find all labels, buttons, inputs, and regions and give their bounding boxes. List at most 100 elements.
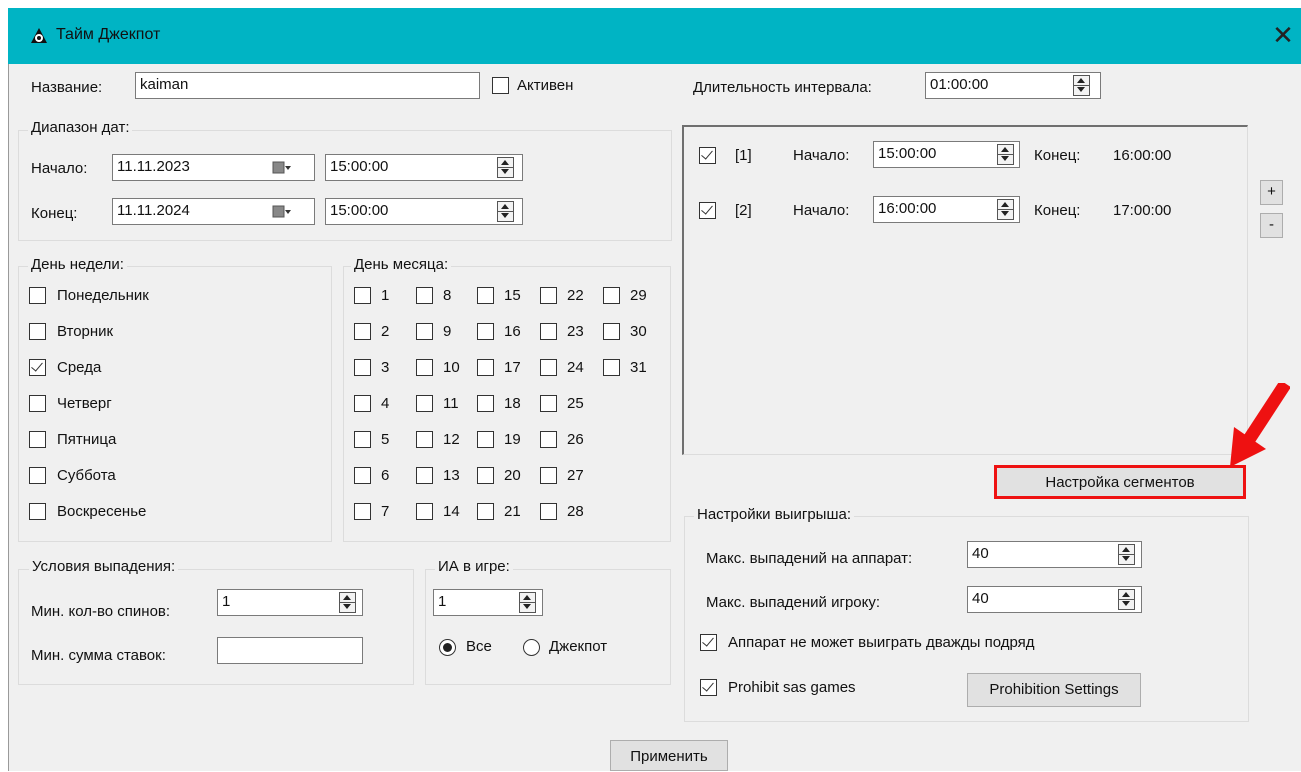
- end-label: Конец:: [31, 205, 78, 222]
- max-per-machine-spinner[interactable]: [1118, 544, 1135, 565]
- monthday-label: 6: [381, 467, 390, 484]
- add-interval-button[interactable]: +: [1260, 180, 1283, 205]
- weekday-checkbox[interactable]: [29, 287, 46, 304]
- weekday-label: Вторник: [57, 323, 114, 340]
- monthday-label: 22: [567, 287, 584, 304]
- monthday-checkbox[interactable]: [416, 395, 433, 412]
- weekday-checkbox[interactable]: [29, 431, 46, 448]
- ia-game-spinner[interactable]: [519, 592, 536, 613]
- monthday-checkbox[interactable]: [540, 467, 557, 484]
- monthday-checkbox[interactable]: [354, 323, 371, 340]
- monthday-label: 19: [504, 431, 521, 448]
- monthday-label: 12: [443, 431, 460, 448]
- monthday-checkbox[interactable]: [416, 431, 433, 448]
- monthday-checkbox[interactable]: [354, 359, 371, 376]
- weekday-checkbox[interactable]: [29, 323, 46, 340]
- interval-checkbox[interactable]: [699, 147, 716, 164]
- drop-conditions-title: Условия выпадения:: [29, 558, 179, 575]
- weekday-title: День недели:: [28, 256, 127, 273]
- monthday-checkbox[interactable]: [540, 287, 557, 304]
- start-time-input[interactable]: 15:00:00: [325, 154, 523, 181]
- monthday-checkbox[interactable]: [416, 323, 433, 340]
- radio-all[interactable]: [439, 639, 456, 656]
- min-spins-spinner[interactable]: [339, 592, 356, 613]
- ia-game-group: [425, 569, 671, 685]
- monthday-checkbox[interactable]: [416, 503, 433, 520]
- monthday-label: 26: [567, 431, 584, 448]
- monthday-checkbox[interactable]: [603, 287, 620, 304]
- interval-start-label: Начало:: [793, 147, 850, 164]
- monthday-checkbox[interactable]: [477, 323, 494, 340]
- interval-end-value: 17:00:00: [1113, 202, 1172, 219]
- apply-button[interactable]: Применить: [610, 740, 728, 771]
- active-checkbox[interactable]: [492, 77, 509, 94]
- calendar-dropdown-icon[interactable]: [272, 160, 292, 176]
- weekday-checkbox[interactable]: [29, 503, 46, 520]
- no-twice-label: Аппарат не может выиграть дважды подряд: [728, 634, 1035, 651]
- monthday-checkbox[interactable]: [477, 467, 494, 484]
- interval-start-spinner[interactable]: [997, 199, 1014, 220]
- monthday-checkbox[interactable]: [477, 359, 494, 376]
- monthday-checkbox[interactable]: [477, 395, 494, 412]
- ia-game-title: ИА в игре:: [435, 558, 513, 575]
- monthday-checkbox[interactable]: [416, 359, 433, 376]
- end-time-spinner[interactable]: [497, 201, 514, 222]
- monthday-label: 8: [443, 287, 452, 304]
- remove-interval-button[interactable]: -: [1260, 213, 1283, 238]
- max-per-player-spinner[interactable]: [1118, 589, 1135, 610]
- monthday-label: 4: [381, 395, 390, 412]
- interval-label: Длительность интервала:: [693, 79, 872, 96]
- monthday-checkbox[interactable]: [477, 287, 494, 304]
- monthday-checkbox[interactable]: [540, 431, 557, 448]
- monthday-checkbox[interactable]: [416, 287, 433, 304]
- monthday-label: 11: [443, 395, 459, 412]
- no-twice-checkbox[interactable]: [700, 634, 717, 651]
- intervals-list[interactable]: [682, 125, 1248, 455]
- red-arrow-annotation: [1230, 383, 1290, 467]
- weekday-checkbox[interactable]: [29, 359, 46, 376]
- end-time-input[interactable]: 15:00:00: [325, 198, 523, 225]
- interval-start-spinner[interactable]: [997, 144, 1014, 165]
- monthday-label: 16: [504, 323, 521, 340]
- prohibit-sas-checkbox[interactable]: [700, 679, 717, 696]
- max-per-machine-label: Макс. выпадений на аппарат:: [706, 550, 913, 567]
- monthday-checkbox[interactable]: [540, 359, 557, 376]
- monthday-checkbox[interactable]: [354, 467, 371, 484]
- monthday-label: 13: [443, 467, 460, 484]
- close-icon[interactable]: ✕: [1270, 22, 1296, 48]
- monthday-checkbox[interactable]: [477, 431, 494, 448]
- monthday-label: 21: [504, 503, 521, 520]
- monthday-label: 28: [567, 503, 584, 520]
- monthday-checkbox[interactable]: [354, 431, 371, 448]
- monthday-checkbox[interactable]: [354, 395, 371, 412]
- weekday-checkbox[interactable]: [29, 467, 46, 484]
- title-bar: [8, 8, 1301, 64]
- interval-checkbox[interactable]: [699, 202, 716, 219]
- monthday-checkbox[interactable]: [603, 359, 620, 376]
- max-per-machine-input[interactable]: 40: [967, 541, 1142, 568]
- name-input[interactable]: kaiman: [135, 72, 480, 99]
- monthday-checkbox[interactable]: [416, 467, 433, 484]
- monthday-checkbox[interactable]: [354, 503, 371, 520]
- monthday-checkbox[interactable]: [603, 323, 620, 340]
- radio-jackpot[interactable]: [523, 639, 540, 656]
- monthday-label: 3: [381, 359, 390, 376]
- monthday-checkbox[interactable]: [477, 503, 494, 520]
- monthday-label: 18: [504, 395, 521, 412]
- monthday-checkbox[interactable]: [540, 503, 557, 520]
- segments-settings-button[interactable]: Настройка сегментов: [994, 465, 1246, 499]
- monthday-checkbox[interactable]: [540, 395, 557, 412]
- monthday-label: 5: [381, 431, 390, 448]
- interval-spinner[interactable]: [1073, 75, 1090, 96]
- start-time-spinner[interactable]: [497, 157, 514, 178]
- monthday-label: 31: [630, 359, 647, 376]
- min-bets-input[interactable]: [217, 637, 363, 664]
- prohibition-settings-button[interactable]: Prohibition Settings: [967, 673, 1141, 707]
- monthday-label: 14: [443, 503, 460, 520]
- monthday-checkbox[interactable]: [354, 287, 371, 304]
- max-per-player-input[interactable]: 40: [967, 586, 1142, 613]
- weekday-label: Суббота: [57, 467, 116, 484]
- calendar-dropdown-icon[interactable]: [272, 204, 292, 220]
- weekday-checkbox[interactable]: [29, 395, 46, 412]
- monthday-checkbox[interactable]: [540, 323, 557, 340]
